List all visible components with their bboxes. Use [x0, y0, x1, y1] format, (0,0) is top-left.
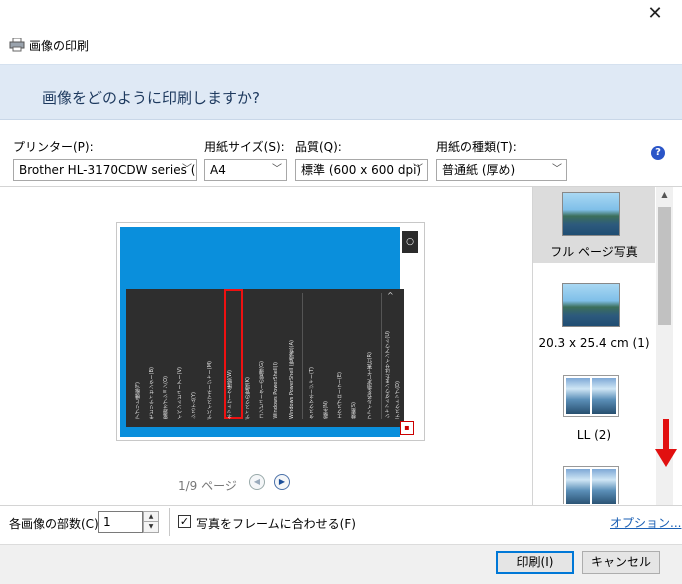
layout-label-20x25: 20.3 x 25.4 cm (1)	[538, 336, 650, 350]
copies-stepper[interactable]: ▲ ▼	[143, 511, 159, 533]
taskbar-button-icon: ○	[402, 231, 418, 253]
caret-up-icon: ^	[387, 291, 394, 300]
menu-divider	[302, 293, 303, 419]
layout-label-full-page: フル ページ写真	[550, 245, 638, 259]
preview-menu-item: タスクマネージャー(T)	[309, 367, 315, 419]
quality-select[interactable]: 標準 (600 x 600 dpi) ﹀	[295, 159, 428, 181]
preview-menu-item: ネットワーク接続(W)	[227, 370, 233, 419]
quality-label: 品質(Q):	[295, 140, 342, 154]
window-title: 画像の印刷	[29, 39, 90, 53]
chevron-down-icon: ﹀	[272, 164, 282, 175]
preview-menu-item: 電源オプション(O)	[163, 376, 169, 419]
preview-menu-item: システム(Y)	[191, 392, 197, 419]
printer-select[interactable]: Brother HL-3170CDW series (1 ﹀	[13, 159, 197, 181]
stepper-down-icon[interactable]: ▼	[144, 522, 158, 532]
scrollbar-thumb[interactable]	[658, 207, 671, 325]
layout-label-ll: LL (2)	[576, 428, 612, 442]
preview-menu-item: 設定(N)	[323, 401, 329, 419]
copies-input[interactable]: 1	[98, 511, 143, 533]
print-button[interactable]: 印刷(I)	[496, 551, 574, 574]
divider	[169, 508, 170, 536]
preview-menu-item: モビリティセンター(B)	[149, 366, 155, 419]
landscape-photo-icon	[562, 283, 620, 327]
stepper-up-icon[interactable]: ▲	[144, 512, 158, 522]
paper-type-select[interactable]: 普通紙 (厚め) ﹀	[436, 159, 567, 181]
close-button[interactable]: ✕	[644, 3, 666, 25]
preview-image: ○ ^ アプリと機能(F) モビリティセンター(B) 電源オプション(O) イベントビ…	[120, 227, 420, 437]
double-photo-icon	[563, 466, 619, 504]
preview-menu-item: ファイル名を指定して実行(R)	[367, 351, 373, 419]
landscape-photo-icon	[562, 192, 620, 236]
copies-label: 各画像の部数(C):	[9, 517, 103, 531]
preview-menu-item: シャットダウンまたはサインアウト(U)	[385, 331, 391, 419]
paper-type-select-value: 普通紙 (厚め)	[442, 163, 516, 177]
previous-page-button[interactable]: ◀	[249, 474, 265, 490]
menu-divider	[381, 293, 382, 419]
corner-marker-icon: ▪	[400, 421, 414, 435]
layout-thumbnail-next[interactable]	[563, 466, 619, 504]
preview-menu-item: デスクトップ(D)	[395, 381, 401, 419]
preview-menu-item: アプリと機能(F)	[135, 382, 141, 419]
page-count: 1/9 ページ	[178, 479, 237, 493]
button-bar	[0, 544, 682, 584]
red-arrow-annotation	[652, 419, 680, 469]
chevron-down-icon: ﹀	[182, 164, 192, 175]
preview-menu-item: エクスプローラー(E)	[337, 371, 343, 419]
quality-select-value: 標準 (600 x 600 dpi)	[301, 163, 422, 177]
preview-menu-item: ディスクの管理(K)	[245, 376, 251, 419]
divider	[0, 505, 682, 506]
layout-thumbnail-full-page[interactable]	[562, 192, 620, 236]
preview-menu-item: 検索(S)	[351, 401, 357, 419]
page-title: 画像をどのように印刷しますか?	[42, 89, 260, 107]
paper-size-select-value: A4	[210, 163, 226, 177]
fit-frame-checkbox[interactable]: ✓	[178, 515, 191, 528]
preview-menu-item: コンピューターの管理(G)	[259, 361, 265, 419]
printer-icon	[9, 37, 25, 52]
paper-size-select[interactable]: A4 ﹀	[204, 159, 287, 181]
preview-menu-item: デバイスマネージャー(M)	[207, 360, 213, 419]
context-menu-image: ^ アプリと機能(F) モビリティセンター(B) 電源オプション(O) イベントビュー…	[126, 289, 404, 427]
printer-select-value: Brother HL-3170CDW series (1	[19, 163, 197, 177]
preview-menu-item: イベントビューアー(V)	[177, 366, 183, 419]
options-link[interactable]: オプション...	[610, 514, 681, 531]
preview-menu-item: Windows PowerShell(I)	[273, 362, 279, 419]
preview-menu-item: Windows PowerShell (管理者)(A)	[289, 339, 295, 419]
double-photo-icon	[563, 375, 619, 417]
next-page-button[interactable]: ▶	[274, 474, 290, 490]
chevron-down-icon: ﹀	[552, 164, 562, 175]
scroll-up-icon[interactable]: ▲	[656, 190, 673, 204]
layout-thumbnail-ll[interactable]	[563, 375, 619, 417]
fit-frame-label[interactable]: 写真をフレームに合わせる(F)	[196, 515, 356, 532]
printer-label: プリンター(P):	[13, 140, 94, 154]
chevron-down-icon: ﹀	[413, 164, 423, 175]
layout-thumbnail-20x25[interactable]	[562, 283, 620, 327]
help-icon[interactable]: ?	[651, 146, 665, 160]
cancel-button[interactable]: キャンセル	[582, 551, 660, 574]
paper-type-label: 用紙の種類(T):	[436, 140, 517, 154]
paper-size-label: 用紙サイズ(S):	[204, 140, 285, 154]
